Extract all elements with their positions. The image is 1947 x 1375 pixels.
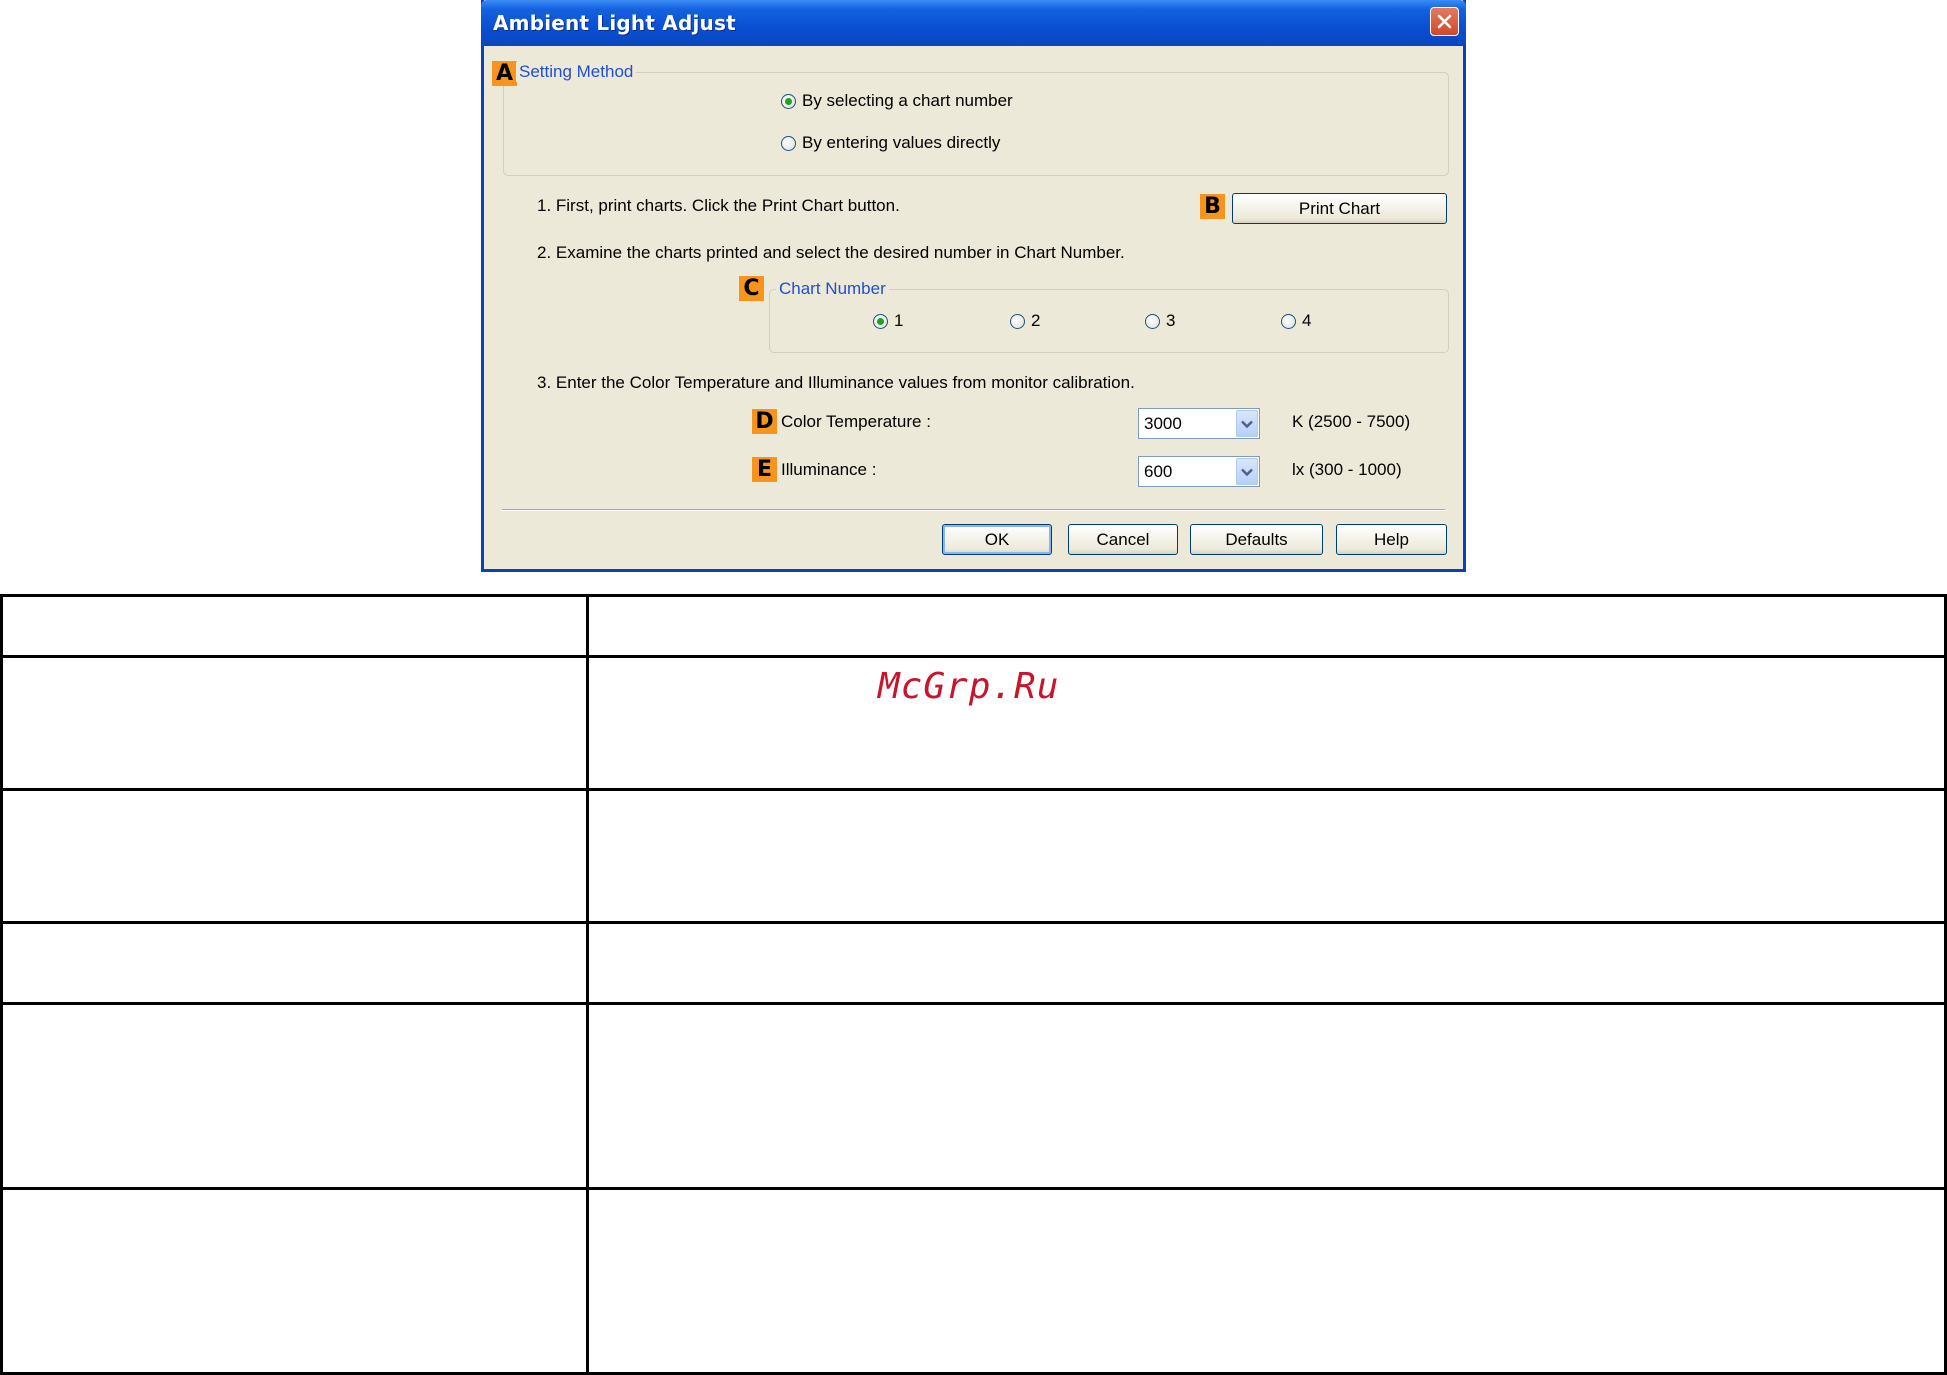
table-row: [0, 594, 1947, 658]
table-row: [0, 1002, 1947, 1190]
illuminance-value: 600: [1144, 462, 1173, 481]
table-row: [0, 921, 1947, 1005]
cancel-button[interactable]: Cancel: [1068, 524, 1178, 555]
step-1-text: 1. First, print charts. Click the Print …: [537, 196, 900, 215]
chart-number-radio-2[interactable]: 2: [1010, 311, 1040, 331]
badge-d: D: [752, 409, 777, 434]
step-3-text: 3. Enter the Color Temperature and Illum…: [537, 373, 1135, 392]
color-temperature-label: Color Temperature :: [781, 412, 931, 431]
chevron-down-icon: [1241, 468, 1253, 477]
radio-circle: [781, 135, 796, 151]
table-cell: [0, 1002, 589, 1190]
chart-number-label: Chart Number: [776, 279, 889, 299]
dialog-content: A Setting Method By selecting a chart nu…: [484, 46, 1463, 569]
badge-b: B: [1200, 194, 1225, 219]
color-temperature-value: 3000: [1144, 414, 1182, 433]
step-2-text: 2. Examine the charts printed and select…: [537, 243, 1125, 262]
radio-label: By selecting a chart number: [802, 91, 1013, 110]
defaults-button[interactable]: Defaults: [1190, 524, 1323, 555]
illuminance-dropdown[interactable]: [1236, 458, 1258, 485]
description-table: [0, 594, 1947, 1375]
radio-label: 2: [1031, 311, 1041, 330]
radio-circle: [1281, 313, 1296, 329]
separator: [502, 509, 1445, 511]
badge-e: E: [752, 457, 777, 482]
table-cell: [0, 921, 589, 1005]
window-title: Ambient Light Adjust: [493, 11, 736, 35]
color-temperature-range: K (2500 - 7500): [1292, 412, 1411, 431]
table-cell: [586, 1187, 1947, 1375]
radio-circle: [1010, 313, 1025, 329]
ok-button[interactable]: OK: [942, 524, 1052, 555]
close-button[interactable]: [1430, 7, 1459, 36]
setting-method-group: [503, 72, 1449, 176]
radio-label: By entering values directly: [802, 133, 1001, 152]
radio-label: 4: [1302, 311, 1312, 330]
setting-method-label: Setting Method: [516, 62, 637, 82]
radio-enter-values-directly[interactable]: By entering values directly: [781, 133, 1000, 153]
table-cell: [586, 1002, 1947, 1190]
table-row: [0, 788, 1947, 924]
radio-by-chart-number[interactable]: By selecting a chart number: [781, 91, 1013, 111]
table-cell: [0, 655, 589, 791]
table-cell: [0, 1187, 589, 1375]
chevron-down-icon: [1241, 420, 1253, 429]
table-cell: [0, 788, 589, 924]
radio-label: 3: [1166, 311, 1176, 330]
radio-circle-selected: [873, 313, 888, 329]
illuminance-combo[interactable]: 600: [1138, 456, 1260, 487]
help-button[interactable]: Help: [1336, 524, 1447, 555]
chart-number-radio-4[interactable]: 4: [1281, 311, 1311, 331]
title-bar[interactable]: Ambient Light Adjust: [481, 0, 1466, 46]
illuminance-range: lx (300 - 1000): [1292, 460, 1402, 479]
color-temperature-dropdown[interactable]: [1236, 410, 1258, 437]
chart-number-radio-3[interactable]: 3: [1145, 311, 1175, 331]
badge-c: C: [739, 276, 764, 301]
watermark-text: McGrp.Ru: [878, 666, 1060, 707]
table-cell: [586, 594, 1947, 658]
radio-circle: [1145, 313, 1160, 329]
table-row: [0, 1187, 1947, 1375]
chart-number-radio-1[interactable]: 1: [873, 311, 903, 331]
radio-circle-selected: [781, 93, 796, 109]
table-cell: [586, 655, 1947, 791]
table-cell: [586, 788, 1947, 924]
badge-a: A: [492, 61, 517, 86]
close-icon: [1437, 14, 1452, 29]
color-temperature-combo[interactable]: 3000: [1138, 408, 1260, 439]
ambient-light-adjust-dialog: Ambient Light Adjust A Setting Method By…: [481, 0, 1466, 572]
radio-label: 1: [894, 311, 904, 330]
illuminance-label: Illuminance :: [781, 460, 877, 479]
table-cell: [586, 921, 1947, 1005]
table-cell: [0, 594, 589, 658]
print-chart-button[interactable]: Print Chart: [1232, 193, 1447, 224]
